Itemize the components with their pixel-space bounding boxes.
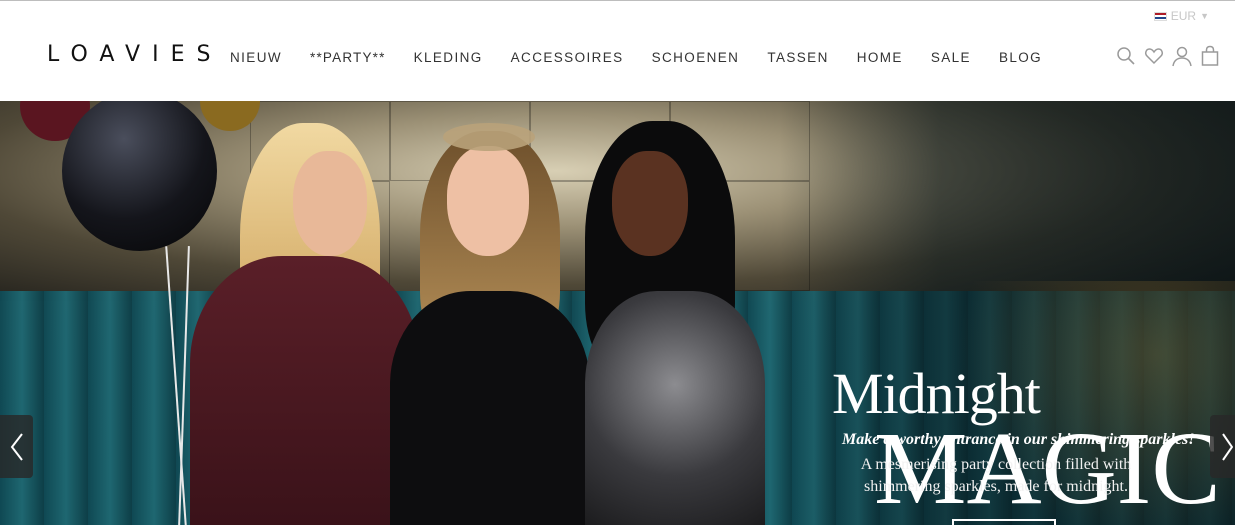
- heart-icon[interactable]: [1143, 45, 1165, 67]
- site-header: EUR ▼ LOAVIES NIEUW **PARTY** KLEDING AC…: [0, 1, 1235, 101]
- nav-item-home[interactable]: HOME: [857, 50, 903, 65]
- netherlands-flag-icon: [1153, 11, 1167, 21]
- nav-item-kleding[interactable]: KLEDING: [414, 50, 483, 65]
- hero-tagline: Make a worthy entrance in our shimmering…: [842, 431, 1195, 448]
- nav-item-tassen[interactable]: TASSEN: [767, 50, 828, 65]
- nav-item-accessoires[interactable]: ACCESSOIRES: [511, 50, 624, 65]
- main-nav: NIEUW **PARTY** KLEDING ACCESSOIRES SCHO…: [230, 50, 1070, 65]
- carousel-next-button[interactable]: [1210, 415, 1235, 478]
- currency-label: EUR: [1170, 9, 1197, 23]
- chevron-down-icon: ▼: [1200, 11, 1209, 21]
- chevron-left-icon: [10, 432, 23, 461]
- chevron-right-icon: [1222, 432, 1233, 461]
- nav-item-party[interactable]: **PARTY**: [310, 50, 386, 65]
- nav-item-blog[interactable]: BLOG: [999, 50, 1042, 65]
- nav-item-sale[interactable]: SALE: [931, 50, 971, 65]
- site-logo[interactable]: LOAVIES: [47, 42, 222, 67]
- user-icon[interactable]: [1171, 45, 1193, 67]
- nav-item-schoenen[interactable]: SCHOENEN: [652, 50, 740, 65]
- currency-selector[interactable]: EUR ▼: [1153, 9, 1209, 23]
- hero-subline: A mesmerising party collection filled wi…: [846, 454, 1146, 498]
- header-icons: [1115, 45, 1221, 67]
- bag-icon[interactable]: [1199, 45, 1221, 67]
- search-icon[interactable]: [1115, 45, 1137, 67]
- nav-item-nieuw[interactable]: NIEUW: [230, 50, 282, 65]
- hero-subline-2: shimmering sparkles, made for midnight.: [864, 478, 1128, 495]
- hero-subline-1: A mesmerising party collection filled wi…: [860, 456, 1132, 473]
- hero-cta-button[interactable]: [952, 519, 1056, 525]
- carousel-prev-button[interactable]: [0, 415, 33, 478]
